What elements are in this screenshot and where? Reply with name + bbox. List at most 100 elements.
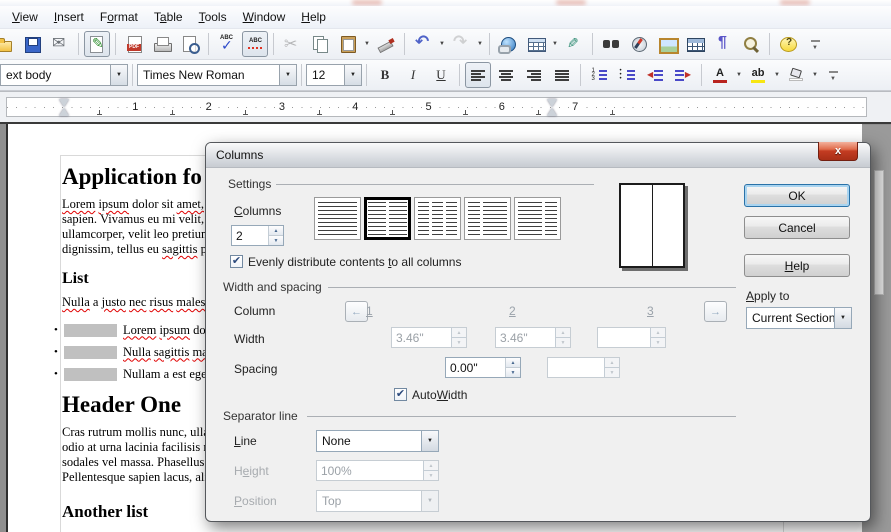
menu-window[interactable]: Window	[235, 7, 294, 27]
columns-stepper[interactable]: 2 ▲▼	[231, 225, 284, 246]
cancel-button[interactable]: Cancel	[744, 216, 850, 239]
toolbar-overflow2-button[interactable]	[821, 62, 847, 88]
doc-paragraph-1: Lorem ipsum dolor sit amet, csapien. Viv…	[62, 197, 213, 257]
decrease-indent-button[interactable]: ◀	[642, 62, 668, 88]
ruler-left-margin-marker[interactable]	[59, 99, 69, 116]
bold-button[interactable]: B	[372, 62, 398, 88]
width-2-stepper: 3.46" ▲▼	[495, 327, 571, 348]
next-column-button[interactable]: →	[704, 301, 727, 322]
dialog-titlebar[interactable]: Columns x	[206, 143, 870, 168]
increase-indent-icon: ▶	[675, 69, 691, 81]
vertical-scrollbar[interactable]	[874, 170, 884, 295]
previous-column-button[interactable]: ←	[345, 301, 368, 322]
menu-help[interactable]: Help	[293, 7, 334, 27]
email-button[interactable]	[47, 31, 73, 57]
chevron-down-icon[interactable]: ▼	[421, 431, 438, 451]
justify-button[interactable]	[549, 62, 575, 88]
titlebar-remnant-mark	[352, 0, 382, 5]
format-paintbrush-button[interactable]	[373, 31, 399, 57]
find-replace-button[interactable]	[598, 31, 624, 57]
autowidth-checkbox[interactable]	[394, 388, 407, 401]
spin-up-icon: ▲	[269, 226, 283, 236]
align-center-button[interactable]	[493, 62, 519, 88]
font-color-button[interactable]: A	[707, 62, 733, 88]
navigator-button[interactable]	[626, 31, 652, 57]
menu-format[interactable]: Format	[92, 7, 146, 27]
help-button[interactable]	[775, 31, 801, 57]
navigator-icon	[629, 34, 649, 54]
save-button[interactable]	[19, 31, 45, 57]
height-label: Height	[234, 464, 269, 478]
font-color-dropdown[interactable]: ▼	[734, 62, 744, 88]
spin-arrows[interactable]: ▲▼	[268, 226, 283, 245]
doc-paragraph-2: Cras rutrum mollis nunc, ullamodio at ur…	[62, 425, 219, 470]
spin-up-icon: ▲	[506, 358, 520, 368]
doc-line: Nulla a justo nec risus malesu	[62, 295, 212, 310]
increase-indent-button[interactable]: ▶	[670, 62, 696, 88]
spacing-1-stepper[interactable]: 0.00" ▲▼	[445, 357, 521, 378]
evenly-distribute-label: Evenly distribute contents to all column…	[248, 255, 461, 269]
help-button[interactable]: Help	[744, 254, 850, 277]
gallery-button[interactable]	[654, 31, 680, 57]
menu-table[interactable]: Table	[146, 7, 191, 27]
apply-to-dropdown[interactable]: Current Section ▼	[746, 307, 852, 329]
auto-spellcheck-button[interactable]	[242, 31, 268, 57]
chevron-down-icon[interactable]: ▼	[110, 65, 127, 85]
preset-left-narrow[interactable]	[464, 197, 511, 240]
ruler-right-margin-marker[interactable]	[547, 99, 557, 116]
highlighting-dropdown[interactable]: ▼	[772, 62, 782, 88]
open-button[interactable]	[0, 31, 17, 57]
highlighting-button[interactable]: ab	[745, 62, 771, 88]
undo-button[interactable]	[410, 31, 436, 57]
draw-functions-button[interactable]	[561, 31, 587, 57]
edit-file-button[interactable]	[84, 31, 110, 57]
italic-button[interactable]: I	[400, 62, 426, 88]
evenly-distribute-checkbox[interactable]	[230, 255, 243, 268]
paste-button[interactable]	[335, 31, 361, 57]
numbered-list-button[interactable]: 123	[586, 62, 612, 88]
print-button[interactable]	[149, 31, 175, 57]
zoom-button[interactable]	[738, 31, 764, 57]
doc-heading-3: Another list	[62, 502, 148, 522]
menu-tools[interactable]: Tools	[191, 7, 235, 27]
redo-dropdown[interactable]: ▼	[475, 31, 485, 57]
menu-view[interactable]: View	[4, 7, 46, 27]
close-button[interactable]: x	[818, 142, 858, 161]
line-dropdown[interactable]: None ▼	[316, 430, 439, 452]
preset-right-narrow[interactable]	[514, 197, 561, 240]
background-color-button[interactable]	[783, 62, 809, 88]
writer-window: ViewInsertFormatTableToolsWindowHelp ▼▼▼…	[0, 0, 891, 532]
preset-two-columns[interactable]	[364, 197, 411, 240]
chevron-down-icon[interactable]: ▼	[344, 65, 361, 85]
insert-table-dropdown[interactable]: ▼	[550, 31, 560, 57]
copy-button[interactable]	[307, 31, 333, 57]
ok-button[interactable]: OK	[744, 184, 850, 207]
font-color-icon: A	[713, 68, 727, 83]
bullet-list-button[interactable]: •••	[614, 62, 640, 88]
paragraph-style-value: ext body	[1, 65, 110, 85]
page-preview-button[interactable]	[177, 31, 203, 57]
undo-dropdown[interactable]: ▼	[437, 31, 447, 57]
font-size-combo[interactable]: 12 ▼	[306, 64, 362, 86]
hyperlink-button[interactable]	[495, 31, 521, 57]
paste-dropdown[interactable]: ▼	[362, 31, 372, 57]
export-pdf-button[interactable]	[121, 31, 147, 57]
toolbar-overflow-button[interactable]	[803, 31, 829, 57]
paragraph-style-combo[interactable]: ext body ▼	[0, 64, 128, 86]
spellcheck-button[interactable]	[214, 31, 240, 57]
export-pdf-icon	[124, 34, 144, 54]
align-left-button[interactable]	[465, 62, 491, 88]
spin-arrows[interactable]: ▲▼	[505, 358, 520, 377]
align-right-button[interactable]	[521, 62, 547, 88]
preset-three-columns[interactable]	[414, 197, 461, 240]
formatting-marks-button[interactable]	[710, 31, 736, 57]
chevron-down-icon[interactable]: ▼	[279, 65, 296, 85]
menu-insert[interactable]: Insert	[46, 7, 92, 27]
underline-button[interactable]: U	[428, 62, 454, 88]
preset-one-column[interactable]	[314, 197, 361, 240]
data-sources-button[interactable]	[682, 31, 708, 57]
insert-table-button[interactable]	[523, 31, 549, 57]
chevron-down-icon[interactable]: ▼	[834, 308, 851, 328]
background-color-dropdown[interactable]: ▼	[810, 62, 820, 88]
font-name-combo[interactable]: Times New Roman ▼	[137, 64, 297, 86]
